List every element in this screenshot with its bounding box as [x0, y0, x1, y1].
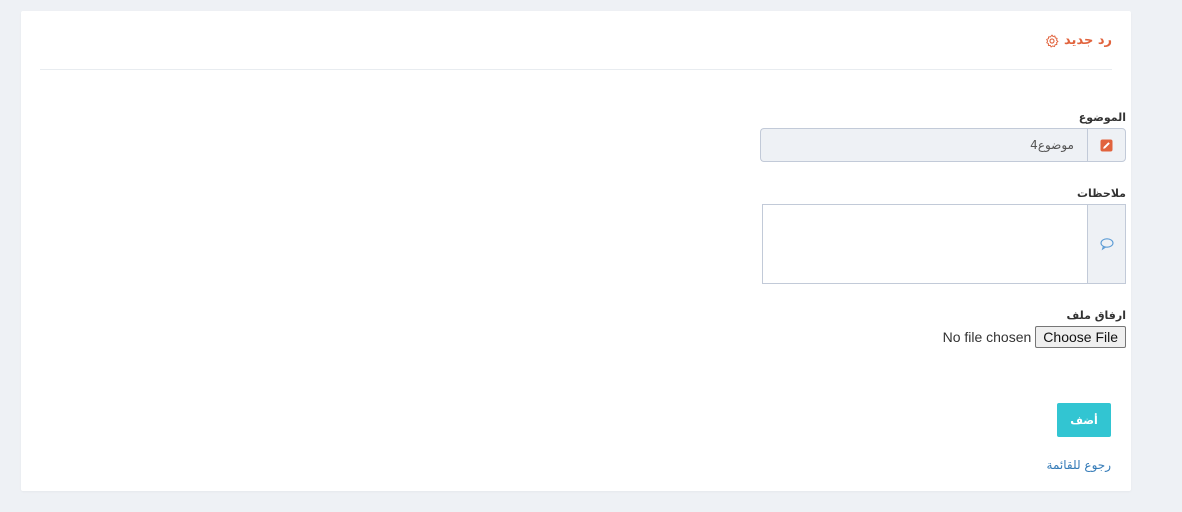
comment-icon — [1099, 238, 1114, 251]
submit-button[interactable]: أضف — [1057, 403, 1111, 437]
pencil-icon — [1100, 139, 1113, 151]
page-title-text: رد جديد — [1064, 33, 1112, 48]
gear-icon — [1046, 34, 1059, 48]
file-input[interactable]: No file chosen Choose File — [943, 326, 1126, 348]
page-title: رد جديد — [1045, 33, 1112, 48]
notes-textarea[interactable] — [762, 204, 1087, 284]
subject-label: الموضوع — [1078, 111, 1126, 124]
notes-addon — [1087, 204, 1126, 284]
subject-input[interactable]: موضوع4 — [760, 128, 1087, 162]
card-header: رد جديد — [40, 11, 1112, 70]
back-to-list-link[interactable]: رجوع للقائمة — [1047, 458, 1111, 472]
file-status-text: No file chosen — [942, 329, 1032, 345]
notes-label: ملاحظات — [1077, 187, 1126, 200]
choose-file-button[interactable]: Choose File — [1035, 326, 1126, 348]
subject-input-group: موضوع4 — [760, 128, 1126, 162]
subject-addon — [1087, 128, 1126, 162]
reply-form-card: رد جديد الموضوع موضوع4 ملاحظات ارفاق ملف… — [21, 11, 1131, 491]
attachment-label: ارفاق ملف — [1066, 309, 1126, 322]
notes-input-group — [762, 204, 1126, 284]
